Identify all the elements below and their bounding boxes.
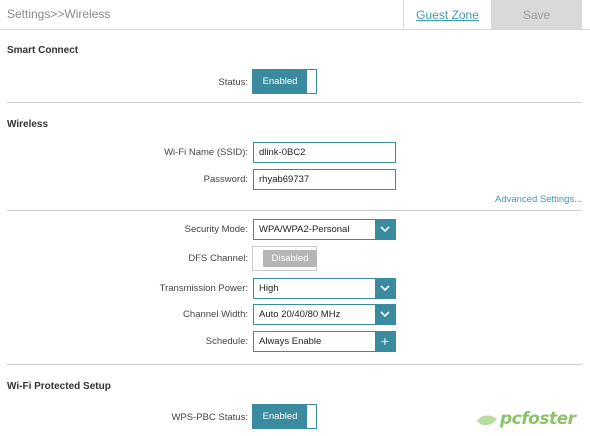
schedule-select[interactable]: Always Enable + [253, 331, 396, 352]
wps-toggle-state: Enabled [253, 405, 307, 428]
wps-toggle[interactable]: Enabled [252, 404, 317, 429]
ssid-input[interactable]: dlink-0BC2 [253, 142, 396, 163]
schedule-value: Always Enable [259, 336, 322, 347]
advanced-settings-link[interactable]: Advanced Settings... [495, 194, 582, 205]
top-bar: Settings>>Wireless Guest Zone Save [0, 0, 590, 30]
wps-status-label: WPS-PBC Status: [171, 412, 248, 423]
save-button[interactable]: Save [491, 0, 582, 30]
schedule-label: Schedule: [205, 336, 248, 347]
section-divider [7, 210, 582, 211]
plus-icon[interactable]: + [375, 332, 395, 351]
smart-connect-status-label: Status: [218, 77, 248, 88]
transmission-power-value: High [259, 283, 279, 294]
transmission-power-select[interactable]: High [253, 278, 396, 299]
password-input[interactable]: rhyab69737 [253, 169, 396, 190]
channel-width-select[interactable]: Auto 20/40/80 MHz [253, 304, 396, 325]
chevron-down-icon[interactable] [375, 220, 395, 239]
security-mode-select[interactable]: WPA/WPA2-Personal [253, 219, 396, 240]
password-label: Password: [203, 174, 248, 185]
guest-zone-link[interactable]: Guest Zone [416, 8, 479, 22]
channel-width-label: Channel Width: [183, 309, 248, 320]
breadcrumb: Settings>>Wireless [7, 7, 111, 21]
ssid-label: Wi-Fi Name (SSID): [164, 147, 248, 158]
security-mode-label: Security Mode: [184, 224, 248, 235]
smart-connect-heading: Smart Connect [7, 45, 79, 56]
section-divider [7, 102, 582, 103]
security-mode-value: WPA/WPA2-Personal [259, 224, 350, 235]
leaf-icon [477, 415, 497, 426]
section-divider [7, 364, 582, 365]
chevron-down-icon[interactable] [375, 305, 395, 324]
wps-heading: Wi-Fi Protected Setup [7, 381, 111, 392]
wireless-heading: Wireless [7, 119, 49, 130]
dfs-channel-toggle[interactable]: Disabled [252, 246, 317, 271]
watermark-logo: pcfoster [476, 408, 588, 434]
dfs-channel-label: DFS Channel: [188, 253, 248, 264]
smart-connect-toggle[interactable]: Enabled [252, 69, 317, 94]
smart-connect-toggle-state: Enabled [253, 70, 307, 93]
watermark-text: pcfoster [500, 409, 576, 429]
dfs-channel-toggle-state: Disabled [263, 250, 317, 267]
guest-zone-tab[interactable]: Guest Zone [403, 0, 491, 30]
channel-width-value: Auto 20/40/80 MHz [259, 309, 341, 320]
chevron-down-icon[interactable] [375, 279, 395, 298]
transmission-power-label: Transmission Power: [159, 283, 248, 294]
